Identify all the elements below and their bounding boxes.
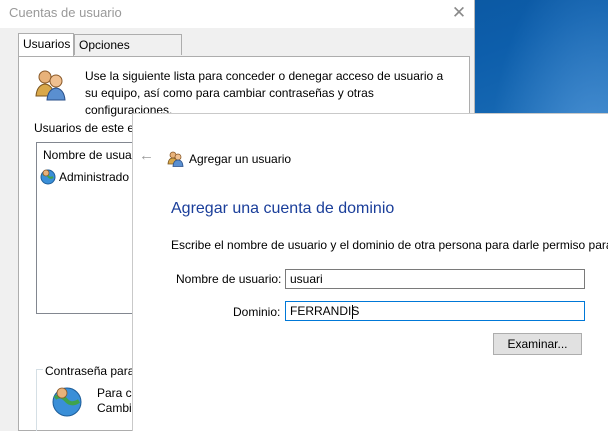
password-text-line2: Cambi	[97, 401, 132, 415]
username-label: Nombre de usuario:	[176, 272, 282, 286]
tab-opciones-avanzadas[interactable]: Opciones avanzadas	[74, 34, 182, 72]
dialog-title: Cuentas de usuario	[9, 5, 122, 20]
domain-user-icon	[40, 169, 56, 185]
password-text-line1: Para c	[97, 386, 132, 400]
password-description: Para c Cambi	[97, 386, 132, 416]
browse-button[interactable]: Examinar...	[493, 333, 582, 355]
text-caret	[352, 305, 353, 319]
wizard-title: Agregar un usuario	[189, 152, 292, 166]
domain-field[interactable]	[285, 301, 585, 321]
user-name: Administrado	[59, 170, 130, 184]
back-arrow-icon[interactable]: ←	[139, 148, 154, 163]
users-list-label: Usuarios de este e	[34, 121, 135, 135]
password-group-label: Contraseña para	[43, 364, 137, 378]
page-heading: Agregar una cuenta de dominio	[171, 200, 395, 217]
tab-usuarios[interactable]: Usuarios	[18, 33, 74, 56]
globe-user-icon	[52, 387, 82, 417]
instructions-text: Escribe el nombre de usuario y el domini…	[171, 238, 608, 252]
users-icon	[167, 151, 184, 167]
intro-text: Use la siguiente lista para conceder o d…	[85, 69, 444, 117]
username-field[interactable]	[285, 269, 585, 289]
dialog-titlebar: Cuentas de usuario ✕	[0, 0, 474, 28]
domain-label: Dominio:	[233, 305, 281, 319]
close-icon[interactable]: ✕	[448, 1, 470, 25]
users-column-header[interactable]: Nombre de usua	[43, 148, 132, 162]
users-icon	[35, 70, 66, 101]
